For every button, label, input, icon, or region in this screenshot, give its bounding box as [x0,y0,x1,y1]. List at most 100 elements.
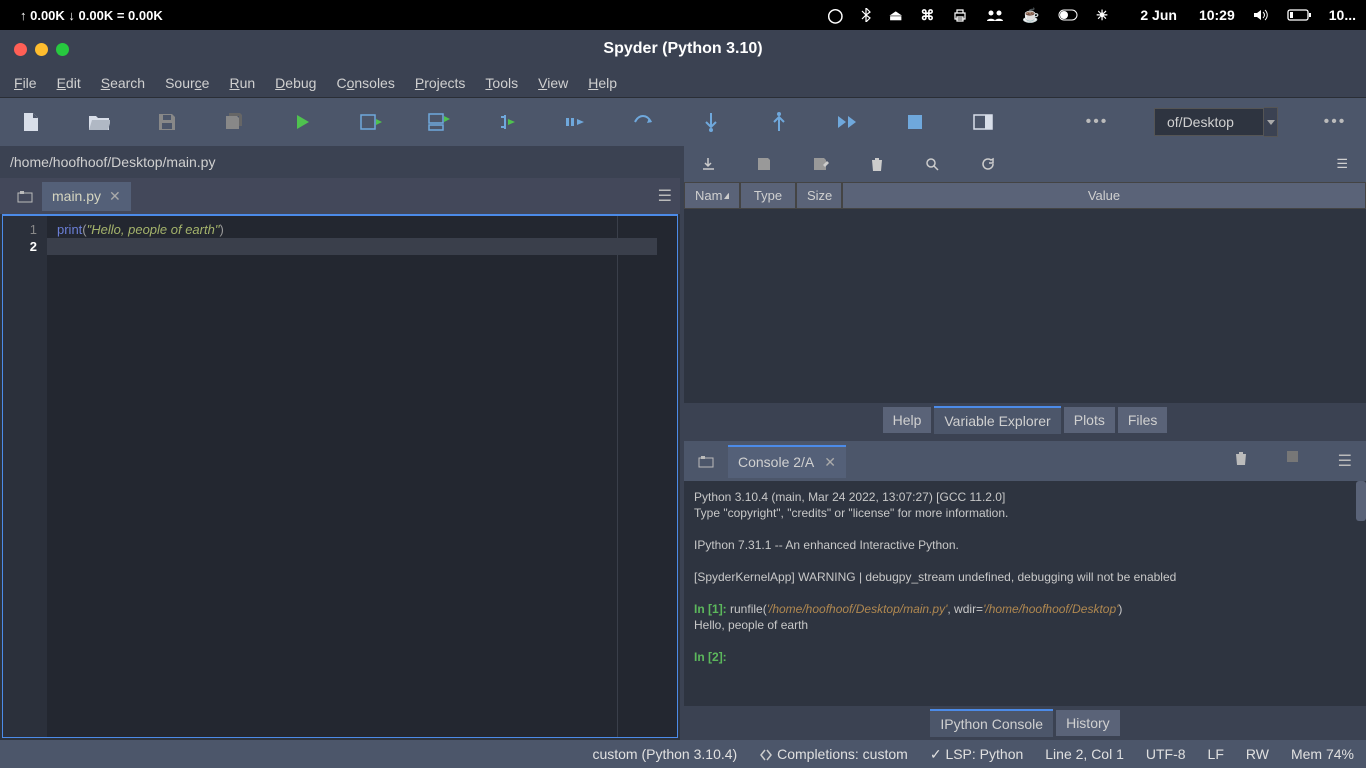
console-scrollbar[interactable] [1356,481,1366,521]
menu-search[interactable]: Search [101,75,145,91]
console-output[interactable]: Python 3.10.4 (main, Mar 24 2022, 13:07:… [684,481,1366,706]
console-prompt[interactable]: In [2]: [694,649,1356,665]
editor-options-icon[interactable]: ☰ [658,186,672,206]
more-icon[interactable]: ••• [1086,111,1108,133]
eject-icon[interactable]: ⏏ [889,7,902,24]
console-tabbar: Console 2/A ✕ ☰ [684,441,1366,481]
browse-consoles-icon[interactable] [698,455,728,468]
close-tab-icon[interactable]: ✕ [109,188,121,205]
step-into-icon[interactable] [700,111,722,133]
command-icon[interactable]: ⌘ [920,7,934,24]
stop-debug-icon[interactable] [904,111,926,133]
step-over-icon[interactable] [632,111,654,133]
import-data-icon[interactable] [702,157,715,171]
console-options-icon[interactable]: ☰ [1338,451,1352,471]
run-icon[interactable] [292,111,314,133]
delete-console-icon[interactable] [1235,451,1247,471]
tab-variable-explorer[interactable]: Variable Explorer [934,406,1060,434]
new-file-icon[interactable] [20,111,42,133]
status-completions[interactable]: Completions: custom [759,746,908,762]
code-line: print("Hello, people of earth") [57,221,677,238]
col-size[interactable]: Size [796,182,842,209]
users-icon[interactable] [986,9,1004,21]
tab-ipython-console[interactable]: IPython Console [930,709,1053,737]
console-line: In [1]: runfile('/home/hoofhoof/Desktop/… [694,601,1356,617]
save-icon[interactable] [156,111,178,133]
save-data-icon[interactable] [757,157,771,171]
menubar-time[interactable]: 10:29 [1199,7,1235,23]
console-pane: Console 2/A ✕ ☰ Python 3.10.4 (main, Mar… [684,441,1366,740]
battery-pct: 10... [1329,7,1356,23]
line-number: 1 [3,221,37,238]
traffic-lights [0,43,69,56]
debug-icon[interactable] [564,111,586,133]
delete-var-icon[interactable] [871,157,883,171]
col-type[interactable]: Type [740,182,796,209]
layout-icon[interactable] [972,111,994,133]
save-data-as-icon[interactable] [813,157,829,171]
close-console-icon[interactable]: ✕ [824,454,836,471]
varexp-header: Nam Type Size Value [684,182,1366,209]
menu-view[interactable]: View [538,75,568,91]
toggle-icon[interactable] [1058,9,1078,21]
printer-icon[interactable] [952,8,968,22]
menubar-date[interactable]: 2 Jun [1140,7,1177,23]
open-file-icon[interactable] [88,111,110,133]
tab-files[interactable]: Files [1118,407,1168,433]
menu-projects[interactable]: Projects [415,75,466,91]
interrupt-kernel-icon[interactable] [1287,451,1298,471]
app-menubar: File Edit Search Source Run Debug Consol… [0,68,1366,98]
coffee-icon[interactable]: ☕ [1022,7,1039,24]
workdir-dropdown-icon[interactable] [1264,107,1278,137]
refresh-var-icon[interactable] [981,157,995,171]
tab-history[interactable]: History [1056,710,1120,736]
current-line-highlight [47,238,657,255]
volume-icon[interactable] [1253,9,1269,21]
menu-file[interactable]: File [14,75,37,91]
menu-tools[interactable]: Tools [485,75,518,91]
status-eol[interactable]: LF [1208,746,1224,762]
editor-tabbar: main.py ✕ ☰ [0,178,680,214]
menu-edit[interactable]: Edit [57,75,81,91]
menu-consoles[interactable]: Consoles [336,75,394,91]
console-line: Hello, people of earth [694,617,1356,633]
varexp-toolbar: ☰ [684,146,1366,182]
run-selection-icon[interactable] [496,111,518,133]
preferences-icon[interactable]: ••• [1324,111,1346,133]
menu-help[interactable]: Help [588,75,617,91]
brightness-icon[interactable]: ☀ [1096,7,1109,24]
status-lsp[interactable]: ✓ LSP: Python [930,746,1023,763]
varexp-options-icon[interactable]: ☰ [1336,156,1348,172]
browse-tabs-icon[interactable] [8,190,42,203]
menu-run[interactable]: Run [229,75,255,91]
maximize-window-button[interactable] [56,43,69,56]
battery-icon[interactable] [1287,9,1311,21]
status-interpreter[interactable]: custom (Python 3.10.4) [592,746,737,762]
console-tab[interactable]: Console 2/A ✕ [728,445,846,478]
col-value[interactable]: Value [842,182,1366,209]
continue-icon[interactable] [836,111,858,133]
run-cell-icon[interactable] [360,111,382,133]
tab-plots[interactable]: Plots [1064,407,1115,433]
menu-debug[interactable]: Debug [275,75,316,91]
workdir-input[interactable]: of/Desktop [1154,108,1264,136]
console-line: Type "copyright", "credits" or "license"… [694,505,1356,521]
close-window-button[interactable] [14,43,27,56]
circle-icon[interactable]: ◯ [827,7,843,24]
right-top-pane-tabs: Help Variable Explorer Plots Files [684,403,1366,437]
editor-gutter: 1 2 [3,216,47,737]
tab-help[interactable]: Help [883,407,932,433]
col-name[interactable]: Nam [684,182,740,209]
search-var-icon[interactable] [925,157,939,171]
editor-tab[interactable]: main.py ✕ [42,182,131,211]
menu-source[interactable]: Source [165,75,209,91]
console-line: [SpyderKernelApp] WARNING | debugpy_stre… [694,569,1356,585]
step-out-icon[interactable] [768,111,790,133]
line-number: 2 [3,238,37,255]
run-cell-advance-icon[interactable] [428,111,450,133]
status-encoding[interactable]: UTF-8 [1146,746,1186,762]
save-all-icon[interactable] [224,111,246,133]
bluetooth-icon[interactable] [861,8,871,22]
minimize-window-button[interactable] [35,43,48,56]
code-editor[interactable]: 1 2 print("Hello, people of earth") [2,214,678,738]
